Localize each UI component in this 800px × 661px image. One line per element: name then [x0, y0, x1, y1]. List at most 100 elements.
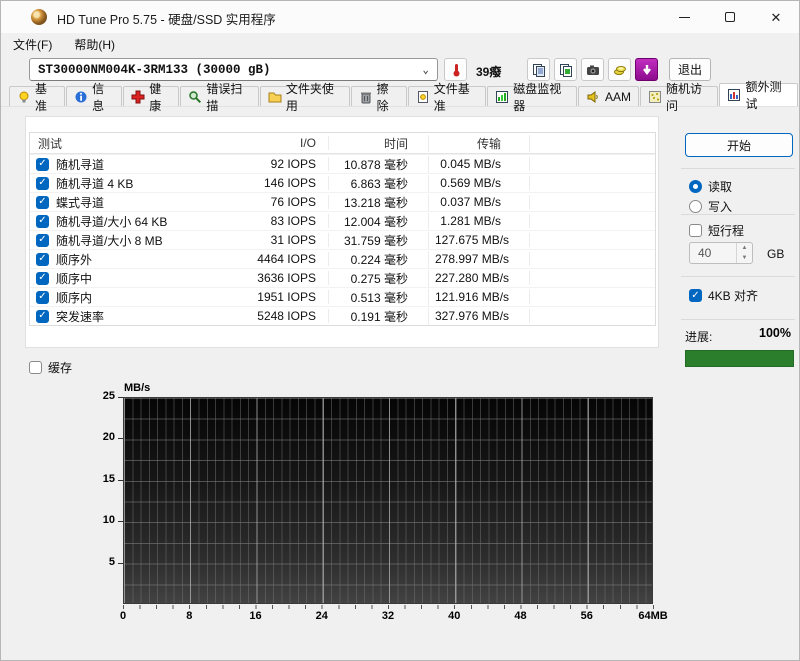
row-checkbox-checked[interactable] — [36, 272, 49, 285]
transfer-value: 0.569 MB/s — [429, 176, 530, 190]
table-row[interactable]: 顺序内1951 IOPS0.513 毫秒121.916 MB/s — [30, 287, 655, 306]
maximize-icon — [725, 12, 735, 22]
close-icon: ✕ — [771, 11, 782, 24]
file-benchmark-icon — [416, 90, 430, 104]
health-cross-icon — [131, 90, 145, 104]
tab-file-benchmark[interactable]: 文件基准 — [408, 86, 487, 106]
table-row[interactable]: 随机寻道/大小 8 MB31 IOPS31.759 毫秒127.675 MB/s — [30, 230, 655, 249]
save-results-button[interactable] — [608, 58, 631, 81]
x-axis-tick-label: 8 — [186, 610, 192, 622]
tab-info[interactable]: 信息 — [66, 86, 122, 106]
io-value: 5248 IOPS — [249, 309, 329, 323]
transfer-chart: MB/s 2520151050816243240485664MB — [1, 379, 800, 639]
test-name: 顺序中 — [56, 270, 92, 287]
table-row[interactable]: 蝶式寻道76 IOPS13.218 毫秒0.037 MB/s — [30, 192, 655, 211]
table-row[interactable]: 顺序外4464 IOPS0.224 毫秒278.997 MB/s — [30, 249, 655, 268]
tab-benchmark[interactable]: 基准 — [9, 86, 65, 106]
test-name: 随机寻道/大小 8 MB — [56, 232, 163, 249]
table-row[interactable]: 随机寻道 4 KB146 IOPS6.863 毫秒0.569 MB/s — [30, 173, 655, 192]
bulb-icon — [17, 90, 31, 104]
window-controls: ✕ — [661, 1, 799, 33]
copy-image-button[interactable] — [554, 58, 577, 81]
tab-folder-usage[interactable]: 文件夹使用 — [260, 86, 350, 106]
row-checkbox-checked[interactable] — [36, 234, 49, 247]
row-checkbox-checked[interactable] — [36, 215, 49, 228]
row-checkbox-checked[interactable] — [36, 177, 49, 190]
cache-checkbox[interactable]: 缓存 — [29, 359, 72, 376]
table-row[interactable]: 突发速率5248 IOPS0.191 毫秒327.976 MB/s — [30, 306, 655, 325]
minimize-button[interactable] — [661, 1, 707, 33]
maximize-button[interactable] — [707, 1, 753, 33]
menu-help[interactable]: 帮助(H) — [70, 34, 119, 55]
radio-checked-icon — [689, 180, 702, 193]
progress-value: 100% — [731, 326, 791, 340]
temperature-value: 39癈 — [476, 63, 501, 80]
tab-error-scan[interactable]: 错误扫描 — [180, 86, 259, 106]
start-button[interactable]: 开始 — [685, 133, 793, 157]
tab-aam[interactable]: AAM — [578, 86, 639, 106]
tab-label: 随机访问 — [666, 80, 711, 114]
column-header-time: 时间 — [329, 135, 429, 152]
y-axis-tick-label: 5 — [87, 556, 115, 568]
y-axis-tick-label: 20 — [87, 431, 115, 443]
y-axis-tick — [118, 563, 123, 564]
size-stepper[interactable]: 40 ▲▼ — [689, 242, 753, 264]
table-row[interactable]: 顺序中3636 IOPS0.275 毫秒227.280 MB/s — [30, 268, 655, 287]
minimize-icon — [679, 17, 690, 18]
download-button[interactable] — [635, 58, 658, 81]
io-value: 92 IOPS — [249, 157, 329, 171]
x-axis-tick-label: 56 — [581, 610, 593, 622]
row-checkbox-checked[interactable] — [36, 253, 49, 266]
exit-button[interactable]: 退出 — [669, 58, 711, 81]
row-checkbox-checked[interactable] — [36, 196, 49, 209]
time-value: 31.759 毫秒 — [329, 232, 429, 249]
write-radio[interactable]: 写入 — [689, 198, 732, 215]
stepper-down-icon[interactable]: ▼ — [737, 253, 752, 263]
x-axis-tick-label: 32 — [382, 610, 394, 622]
short-stroke-checkbox[interactable]: 短行程 — [689, 222, 744, 239]
tab-health[interactable]: 健康 — [123, 86, 179, 106]
close-button[interactable]: ✕ — [753, 1, 799, 33]
test-name: 随机寻道 4 KB — [56, 175, 133, 192]
benchmark-table: 测试 I/O 时间 传输 随机寻道92 IOPS10.878 毫秒0.045 M… — [29, 132, 656, 326]
stepper-up-icon[interactable]: ▲ — [737, 243, 752, 253]
row-checkbox-checked[interactable] — [36, 310, 49, 323]
test-name: 蝶式寻道 — [56, 194, 104, 211]
time-value: 0.513 毫秒 — [329, 289, 429, 306]
app-logo-icon — [31, 9, 47, 25]
stepper-arrows[interactable]: ▲▼ — [736, 243, 752, 263]
x-axis-tick-label: 24 — [316, 610, 328, 622]
table-row[interactable]: 随机寻道92 IOPS10.878 毫秒0.045 MB/s — [30, 154, 655, 173]
read-radio[interactable]: 读取 — [689, 178, 732, 195]
tab-erase[interactable]: 擦除 — [351, 86, 407, 106]
drive-selector[interactable]: ST30000NM004K-3RM133 (30000 gB) ⌄ — [29, 58, 438, 81]
x-axis-tick-label: 0 — [120, 610, 126, 622]
temperature-button[interactable] — [444, 58, 467, 81]
time-value: 6.863 毫秒 — [329, 175, 429, 192]
column-header-transfer: 传输 — [429, 135, 530, 152]
row-checkbox-checked[interactable] — [36, 291, 49, 304]
io-value: 4464 IOPS — [249, 252, 329, 266]
test-name: 顺序外 — [56, 251, 92, 268]
tab-bar: 基准信息健康错误扫描文件夹使用擦除文件基准磁盘监视器AAM随机访问额外测试 — [1, 85, 799, 107]
row-checkbox-checked[interactable] — [36, 158, 49, 171]
io-value: 3636 IOPS — [249, 271, 329, 285]
screenshot-button[interactable] — [581, 58, 604, 81]
menu-file[interactable]: 文件(F) — [9, 34, 56, 55]
align-4kb-checkbox[interactable]: 4KB 对齐 — [689, 287, 758, 304]
y-axis-tick — [118, 480, 123, 481]
io-value: 76 IOPS — [249, 195, 329, 209]
tab-random-access[interactable]: 随机访问 — [640, 86, 719, 106]
column-header-io: I/O — [249, 136, 329, 150]
table-row[interactable]: 随机寻道/大小 64 KB83 IOPS12.004 毫秒1.281 MB/s — [30, 211, 655, 230]
window-title: HD Tune Pro 5.75 - 硬盘/SSD 实用程序 — [57, 9, 276, 28]
tab-label: 基准 — [35, 80, 57, 114]
tab-extra-tests[interactable]: 额外测试 — [719, 83, 798, 106]
app-window: HD Tune Pro 5.75 - 硬盘/SSD 实用程序 ✕ 文件(F) 帮… — [0, 0, 800, 661]
menu-bar: 文件(F) 帮助(H) — [1, 33, 799, 55]
test-name: 突发速率 — [56, 308, 104, 325]
copy-text-button[interactable] — [527, 58, 550, 81]
tab-disk-monitor[interactable]: 磁盘监视器 — [487, 86, 577, 106]
y-axis-tick — [118, 438, 123, 439]
tab-label: 健康 — [149, 80, 171, 114]
